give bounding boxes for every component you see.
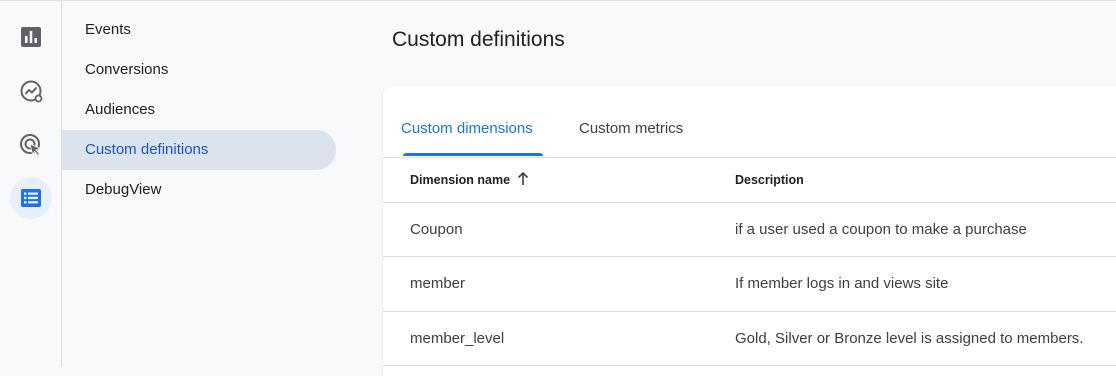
nav-item-events[interactable]: Events: [62, 10, 336, 50]
description-cell: If member logs in and views site: [735, 275, 949, 292]
tab-bar: Custom dimensions Custom metrics: [383, 86, 1116, 158]
column-header-dimension-name[interactable]: Dimension name: [410, 173, 510, 187]
configure-list-icon: [20, 188, 42, 208]
left-rail: [0, 1, 62, 367]
nav-item-custom-definitions[interactable]: Custom definitions: [62, 130, 336, 170]
nav-item-conversions[interactable]: Conversions: [62, 50, 336, 90]
arrow-up-icon[interactable]: [517, 171, 529, 191]
definitions-card: Custom dimensions Custom metrics Dimensi…: [383, 86, 1116, 376]
column-header-description: Description: [735, 173, 804, 187]
reports-bar-chart-icon: [20, 26, 42, 48]
dimension-name-cell: member: [410, 275, 466, 292]
table-row[interactable]: member If member logs in and views site: [383, 257, 1116, 312]
table-header: Dimension name Description: [383, 157, 1116, 203]
advertising-button[interactable]: [10, 124, 52, 166]
explore-button[interactable]: [10, 70, 52, 112]
configure-button[interactable]: [10, 177, 52, 219]
description-cell: if a user used a coupon to make a purcha…: [735, 221, 1027, 238]
tab-custom-dimensions[interactable]: Custom dimensions: [401, 120, 533, 137]
explore-icon: [19, 79, 43, 103]
tab-custom-metrics[interactable]: Custom metrics: [579, 120, 683, 137]
reports-button[interactable]: [10, 16, 52, 58]
advertising-icon: [19, 133, 43, 157]
description-cell: Gold, Silver or Bronze level is assigned…: [735, 330, 1084, 347]
dimension-name-cell: member_level: [410, 330, 505, 347]
nav-item-audiences[interactable]: Audiences: [62, 90, 336, 130]
configure-nav: Events Conversions Audiences Custom defi…: [62, 1, 382, 367]
dimension-name-cell: Coupon: [410, 221, 463, 238]
table-row[interactable]: member_level Gold, Silver or Bronze leve…: [383, 312, 1116, 366]
table-row[interactable]: Coupon if a user used a coupon to make a…: [383, 203, 1116, 257]
nav-item-debugview[interactable]: DebugView: [62, 170, 336, 210]
active-tab-indicator: [403, 153, 543, 156]
page-title: Custom definitions: [392, 28, 565, 51]
